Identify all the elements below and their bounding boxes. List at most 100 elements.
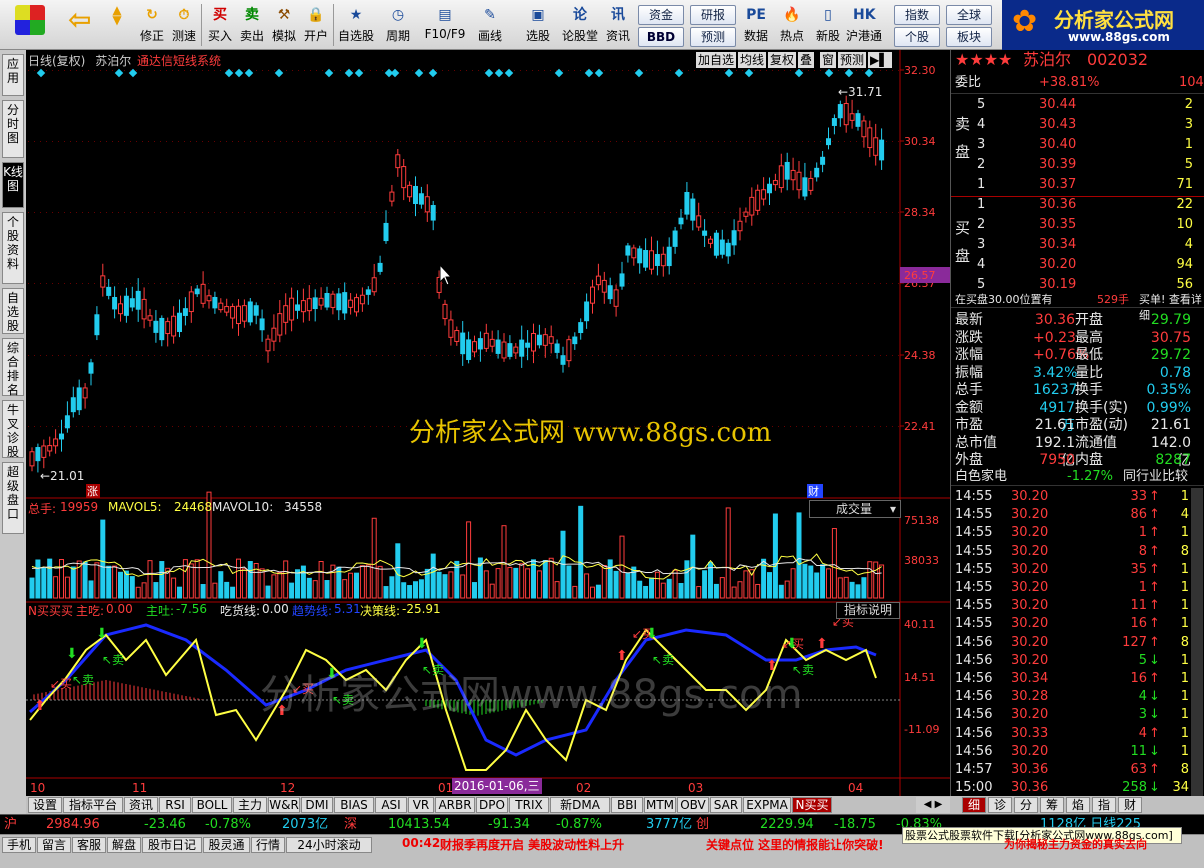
indicator-tab-3[interactable]: RSI	[159, 797, 191, 813]
detail-tab-1[interactable]: 诊	[988, 797, 1012, 813]
kline-chart-area[interactable]: 日线(复权) 苏泊尔 通达信短线系统 加自选 均线 复权叠窗预测 ▶▌ 32.30 30…	[26, 50, 950, 816]
indicator-tab-17[interactable]: OBV	[677, 797, 709, 813]
left-tab-5[interactable]: 综合排名	[2, 338, 24, 397]
ask-row[interactable]: 2 30.39 5	[951, 156, 1204, 174]
index-button-0-0[interactable]: 指数	[894, 5, 940, 25]
detail-tab-3[interactable]: 筹	[1040, 797, 1064, 813]
detail-tab-0[interactable]: 细	[962, 797, 986, 813]
status-button-3[interactable]: 解盘	[107, 837, 141, 853]
grid-dot	[712, 283, 713, 284]
tick-scrollbar[interactable]	[1191, 488, 1203, 796]
status-button-0[interactable]: 手机	[2, 837, 36, 853]
detail-tab-2[interactable]: 分	[1014, 797, 1038, 813]
ask-row[interactable]: 1 30.37 71	[951, 176, 1204, 194]
industry-link[interactable]: 同行业比较	[1123, 468, 1188, 486]
indicator-tab-6[interactable]: W&R	[268, 797, 300, 813]
indicator-tab-4[interactable]: BOLL	[192, 797, 232, 813]
indicator-tab-0[interactable]: 设置	[28, 797, 62, 813]
detail-tab-4[interactable]: 焰	[1066, 797, 1090, 813]
news-headline-2[interactable]: 关键点位 这里的情报能让你突破!	[706, 836, 884, 853]
status-button-7[interactable]: 24小时滚动	[286, 837, 372, 853]
bid-row[interactable]: 1 30.36 22	[951, 196, 1204, 214]
ask-row[interactable]: 5 30.44 2	[951, 96, 1204, 114]
left-tab-3[interactable]: 个股资料	[2, 212, 24, 284]
indicator-tab-15[interactable]: BBI	[611, 797, 643, 813]
price-axis-label-6: 22.41	[904, 420, 936, 433]
stat-row: 最新 30.36 开盘 29.79	[951, 311, 1204, 329]
ask-price: 30.40	[1039, 137, 1077, 152]
screen-button[interactable]: ▣ 选股	[518, 3, 558, 47]
volume-bar	[519, 563, 525, 599]
indicator-tab-1[interactable]: 指标平台	[63, 797, 123, 813]
sell-button[interactable]: 卖卖出	[236, 3, 268, 47]
bid-row[interactable]: 3 30.34 4	[951, 236, 1204, 254]
indicator-tab-13[interactable]: TRIX	[509, 797, 549, 813]
toolbar-small-button-1-0[interactable]: 研报	[690, 5, 736, 25]
newstock-button[interactable]: ▯ 新股	[810, 3, 846, 47]
detail-tab-6[interactable]: 财	[1118, 797, 1142, 813]
clock-button[interactable]: ⏱ 测速	[168, 3, 200, 47]
indicator-tab-8[interactable]: BIAS	[334, 797, 374, 813]
refresh-button[interactable]: ↻ 修正	[136, 3, 168, 47]
indicator-tab-18[interactable]: SAR	[710, 797, 742, 813]
indicator-tab-16[interactable]: MTM	[644, 797, 676, 813]
forum-button[interactable]: 论论股堂	[560, 3, 600, 47]
star-button[interactable]: ★ 自选股	[336, 3, 376, 47]
ask-row[interactable]: 3 30.40 1	[951, 136, 1204, 154]
buy-button[interactable]: 买买入	[204, 3, 236, 47]
bid-row[interactable]: 2 30.35 10	[951, 216, 1204, 234]
news-headline[interactable]: 财报季再度开启 美股波动性料上升	[440, 836, 624, 853]
news-button[interactable]: 讯资讯	[598, 3, 638, 47]
grid-dot	[238, 283, 239, 284]
left-tab-6[interactable]: 牛叉诊股	[2, 400, 24, 459]
cai-marker-label: 财	[808, 484, 819, 498]
indicator-tab-11[interactable]: ARBR	[435, 797, 475, 813]
updown-button[interactable]: ▲ ▼	[104, 3, 130, 47]
left-tab-4[interactable]: 自选股	[2, 288, 24, 334]
grid-dot	[28, 212, 29, 213]
indicator-tab-19[interactable]: EXPMA	[743, 797, 791, 813]
indicator-tab-9[interactable]: ASI	[375, 797, 407, 813]
grid-dot	[472, 355, 473, 356]
indicator-tab-10[interactable]: VR	[408, 797, 434, 813]
grid-dot	[826, 355, 827, 356]
indicator-tab-14[interactable]: 新DMA	[550, 797, 610, 813]
f10-button[interactable]: ▤ F10/F9	[422, 3, 468, 47]
indicator-tab-7[interactable]: DMI	[301, 797, 333, 813]
indicator-tab-2[interactable]: 资讯	[124, 797, 158, 813]
index-button-1-0[interactable]: 全球	[946, 5, 992, 25]
pe-button[interactable]: PE 数据	[738, 3, 774, 47]
tab-scroll-buttons[interactable]: ◀ ▶	[916, 797, 950, 813]
app-menu-button[interactable]	[8, 3, 52, 47]
lock-button[interactable]: 🔒 开户	[300, 3, 332, 47]
left-tab-7[interactable]: 超级盘口	[2, 462, 24, 534]
indicator-tab-5[interactable]: 主力	[233, 797, 267, 813]
status-button-2[interactable]: 客服	[72, 837, 106, 853]
status-button-4[interactable]: 股市日记	[142, 837, 202, 853]
grid-dot	[538, 355, 539, 356]
left-tab-1[interactable]: 分时图	[2, 100, 24, 158]
index-button-0-1[interactable]: 个股	[894, 27, 940, 47]
volume-selector[interactable]: 成交量 ▾	[809, 500, 901, 518]
indicator-help-button[interactable]: 指标说明	[836, 602, 900, 619]
toolbar-small-button-0-0[interactable]: 资金	[638, 5, 684, 25]
hammer-button[interactable]: ⚒ 模拟	[268, 3, 300, 47]
status-button-6[interactable]: 行情	[251, 837, 285, 853]
status-button-1[interactable]: 留言	[37, 837, 71, 853]
pen-button[interactable]: ✎ 画线	[470, 3, 510, 47]
hk-button[interactable]: HK 沪港通	[846, 3, 882, 47]
index-button-1-1[interactable]: 板块	[946, 27, 992, 47]
ask-row[interactable]: 4 30.43 3	[951, 116, 1204, 134]
toolbar-small-button-1-1[interactable]: 预测	[690, 27, 736, 47]
bid-row[interactable]: 4 30.20 94	[951, 256, 1204, 274]
toolbar-small-button-0-1[interactable]: BBD	[638, 27, 684, 47]
left-tab-2[interactable]: K线图	[2, 162, 24, 208]
left-tab-0[interactable]: 应用	[2, 54, 24, 96]
indicator-tab-12[interactable]: DPO	[476, 797, 508, 813]
back-button[interactable]: ⇦	[60, 3, 98, 47]
fire-button[interactable]: 🔥 热点	[774, 3, 810, 47]
status-button-5[interactable]: 股灵通	[203, 837, 250, 853]
cycle-button[interactable]: ◷ 周期	[378, 3, 418, 47]
detail-tab-5[interactable]: 指	[1092, 797, 1116, 813]
indicator-tab-20[interactable]: N买买买	[792, 797, 832, 826]
